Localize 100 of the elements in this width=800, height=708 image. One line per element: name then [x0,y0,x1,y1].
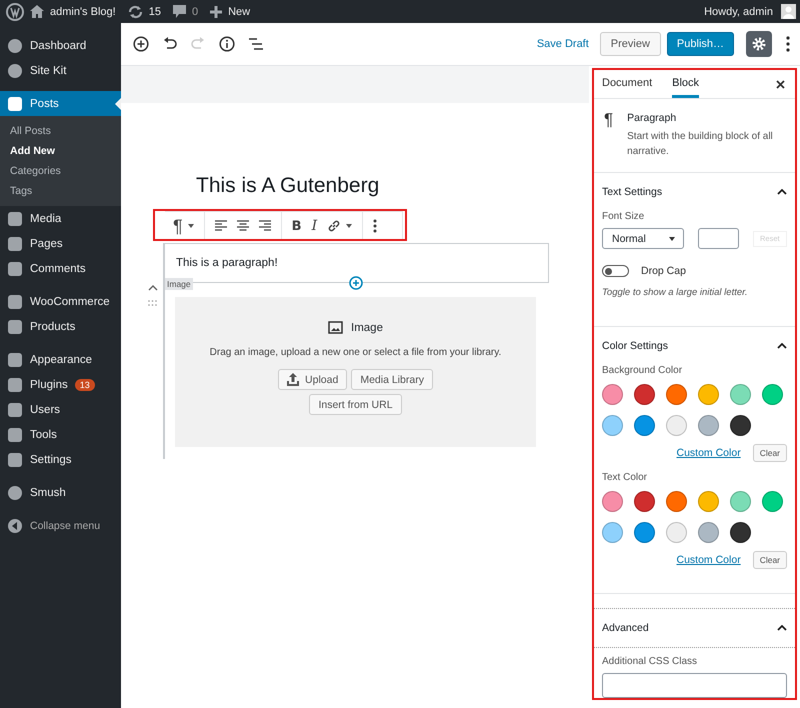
more-options-icon[interactable] [786,36,790,52]
color-swatch[interactable] [730,384,751,405]
color-swatch[interactable] [698,491,719,512]
caret-icon[interactable] [188,224,194,228]
menu-item[interactable]: Products [0,314,121,339]
image-icon [328,321,344,334]
menu-item[interactable]: Tools [0,422,121,447]
align-icon[interactable] [258,220,271,232]
color-swatch[interactable] [666,415,687,436]
more-options-icon[interactable] [373,219,378,233]
color-swatch[interactable] [698,384,719,405]
caret-icon [669,236,675,240]
info-icon[interactable] [219,36,235,52]
link-icon[interactable] [327,219,342,233]
color-swatch[interactable] [666,522,687,543]
chevron-icon [777,189,787,195]
collapse-menu-button[interactable]: Collapse menu [0,513,121,538]
color-group-label: Background Color [602,365,684,376]
home-icon[interactable] [30,5,44,18]
media-library-button[interactable]: Media Library [351,369,433,390]
outline-icon[interactable] [249,38,263,50]
settings-button[interactable] [746,31,772,57]
menu-item[interactable]: Comments [0,256,121,281]
paragraph-icon: ¶ [604,112,614,159]
sidebar-tab[interactable]: Block [672,70,700,98]
submenu-item[interactable]: Add New [0,141,121,161]
menu-item[interactable]: Settings [0,447,121,472]
upload-icon [287,373,300,386]
site-name-link[interactable]: admin's Blog! [50,6,116,18]
clear-button[interactable]: Clear [752,551,787,569]
greeting-link[interactable]: Howdy, admin [704,6,773,18]
color-swatch[interactable] [698,415,719,436]
menu-item[interactable]: Dashboard [0,33,121,58]
menu-item[interactable]: Smush [0,480,121,505]
font-size-label: Font Size [602,211,646,222]
color-swatch[interactable] [634,491,655,512]
color-swatch[interactable] [634,384,655,405]
color-swatch[interactable] [602,522,623,543]
menu-item[interactable]: Appearance [0,347,121,372]
menu-item[interactable]: Users [0,397,121,422]
save-draft-link[interactable]: Save Draft [536,38,589,50]
font-size-input[interactable] [698,228,739,249]
submenu-item[interactable]: Categories [0,161,121,181]
color-swatch[interactable] [634,415,655,436]
image-instructions: Drag an image, upload a new one or select a file from your library. [210,347,502,358]
add-block-icon[interactable] [133,36,149,52]
align-icon[interactable] [214,220,227,232]
wordpress-logo-icon[interactable] [6,2,24,20]
publish-button[interactable]: Publish… [666,32,734,56]
submenu-item[interactable]: All Posts [0,121,121,141]
preview-button[interactable]: Preview [600,32,661,56]
font-size-select[interactable]: Normal [602,228,684,249]
color-swatch[interactable] [762,384,783,405]
bold-button[interactable]: B [292,218,302,234]
menu-item[interactable]: Posts [0,91,121,116]
color-swatch[interactable] [602,384,623,405]
menu-item[interactable]: Plugins 13 [0,372,121,397]
advanced-header[interactable]: Advanced [602,609,787,647]
css-class-input[interactable] [602,673,787,698]
text-settings-header[interactable]: Text Settings [602,173,787,211]
new-link[interactable]: New [228,6,250,18]
color-swatch[interactable] [730,415,751,436]
comments-count[interactable]: 0 [192,6,198,18]
plus-icon[interactable] [210,6,222,18]
refresh-icon[interactable] [128,4,143,18]
color-swatch[interactable] [762,491,783,512]
clear-button[interactable]: Clear [752,444,787,462]
upload-button[interactable]: Upload [278,369,348,390]
drag-handle-icon[interactable] [148,300,157,306]
color-group-label: Text Color [602,472,648,483]
align-icon[interactable] [236,220,249,232]
drop-cap-toggle[interactable] [602,265,629,277]
color-swatch[interactable] [634,522,655,543]
menu-item[interactable]: Pages [0,231,121,256]
sidebar-tab[interactable]: Document [602,70,652,98]
custom-color-link[interactable]: Custom Color [676,554,741,566]
color-swatch[interactable] [730,491,751,512]
post-title[interactable]: This is A Gutenberg [196,171,446,211]
color-swatch[interactable] [666,384,687,405]
custom-color-link[interactable]: Custom Color [676,447,741,459]
italic-button[interactable]: I [312,218,318,234]
close-icon[interactable] [776,80,785,88]
menu-item[interactable]: WooCommerce [0,289,121,314]
menu-item[interactable]: Media [0,206,121,231]
color-swatch[interactable] [602,491,623,512]
chevron-up-icon[interactable] [148,285,158,291]
insert-from-url-button[interactable]: Insert from URL [309,394,402,415]
color-swatch[interactable] [730,522,751,543]
undo-icon[interactable] [163,37,177,51]
color-settings-header[interactable]: Color Settings [602,327,787,365]
color-swatch[interactable] [602,415,623,436]
color-swatch[interactable] [666,491,687,512]
color-swatch[interactable] [698,522,719,543]
block-label: Image [165,278,193,290]
updates-count[interactable]: 15 [148,6,161,18]
menu-item[interactable]: Site Kit [0,58,121,83]
block-type-button[interactable]: ¶ [173,216,183,236]
caret-icon[interactable] [346,224,352,228]
submenu-item[interactable]: Tags [0,181,121,201]
gear-icon [752,37,766,51]
